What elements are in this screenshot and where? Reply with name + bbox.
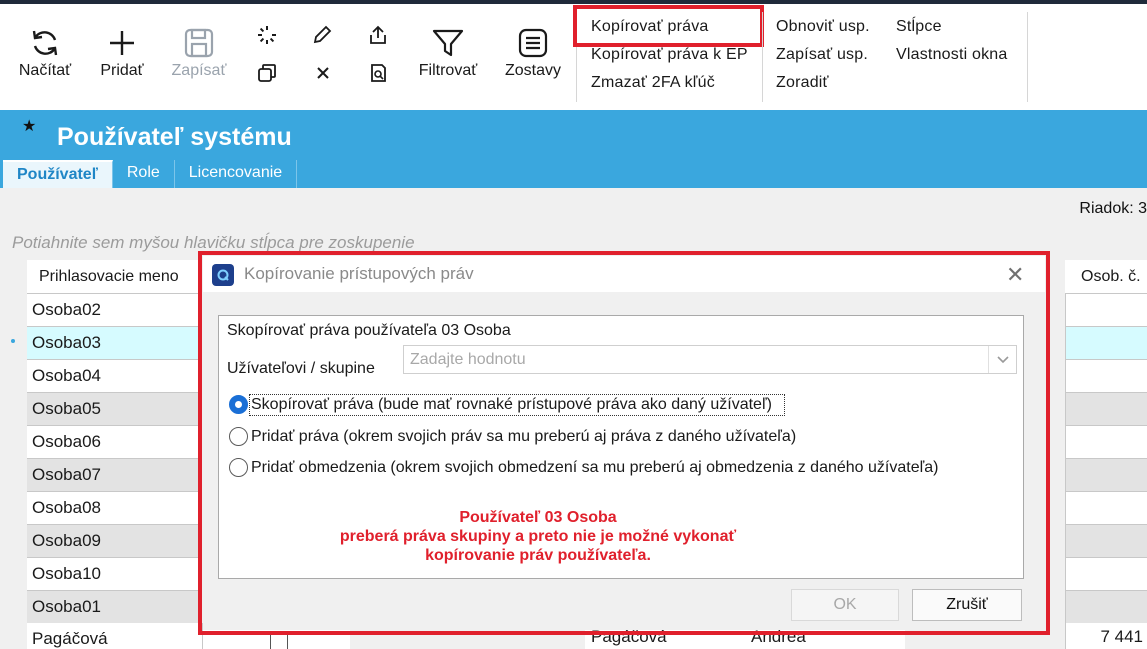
menu-delete-2fa[interactable]: Zmazať 2FA kľúč xyxy=(591,74,715,92)
export-icon[interactable] xyxy=(365,22,391,48)
reports-button[interactable]: Zostavy xyxy=(500,24,566,80)
reports-label: Zostavy xyxy=(504,62,561,79)
table-cell xyxy=(1065,458,1147,491)
page-header: ★ Používateľ systému Používateľ Role Lic… xyxy=(0,110,1147,188)
delete-icon[interactable] xyxy=(310,60,336,86)
table-cell xyxy=(1065,590,1147,623)
search-document-icon[interactable] xyxy=(365,60,391,86)
save-icon xyxy=(183,24,215,62)
table-cell xyxy=(1065,392,1147,425)
dialog-titlebar[interactable]: Kopírovanie prístupových práv ✕ xyxy=(203,256,1045,292)
table-cell xyxy=(1065,557,1147,590)
table-row[interactable]: Osoba07 xyxy=(27,458,202,491)
menu-window-properties[interactable]: Vlastnosti okna xyxy=(896,46,1008,64)
row-counter: Riadok: 3 xyxy=(1079,200,1147,217)
radio-copy-rights[interactable] xyxy=(229,395,248,414)
page-title: Používateľ systému xyxy=(57,123,292,151)
edit-icon[interactable] xyxy=(309,22,335,48)
reports-icon xyxy=(517,24,549,62)
menu-columns[interactable]: Stĺpce xyxy=(896,18,942,36)
menu-restore-layout[interactable]: Obnoviť usp. xyxy=(776,18,870,36)
table-cell xyxy=(1065,326,1147,359)
add-button[interactable]: Pridať xyxy=(93,24,151,80)
table-row[interactable]: Osoba02 xyxy=(27,293,202,326)
table-cell xyxy=(1065,524,1147,557)
ribbon-toolbar: Načítať Pridať Zapísať Filtrovať Zostavy… xyxy=(0,4,1147,110)
ribbon-separator xyxy=(1027,12,1028,102)
target-select[interactable]: Zadajte hodnotu xyxy=(403,345,1017,374)
save-button[interactable]: Zapísať xyxy=(166,24,232,80)
ok-button[interactable]: OK xyxy=(791,589,899,621)
highlight-copy-rights xyxy=(573,5,764,47)
table-row[interactable]: Pagáčová xyxy=(27,623,202,649)
table-cell: 7 441 xyxy=(1065,623,1147,649)
filter-icon xyxy=(431,24,465,62)
add-label: Pridať xyxy=(100,62,144,79)
cancel-button[interactable]: Zrušiť xyxy=(912,589,1022,621)
column-header-personal-number[interactable]: Osob. č. xyxy=(1065,260,1147,294)
loading-icon[interactable] xyxy=(254,22,280,48)
target-label: Užívateľovi / skupine xyxy=(227,360,375,377)
column-header-login[interactable]: Prihlasovacie meno xyxy=(27,260,202,294)
table-cell xyxy=(1065,293,1147,326)
copy-rights-dialog: Kopírovanie prístupových práv ✕ Skopírov… xyxy=(203,256,1045,630)
radio-add-rights[interactable] xyxy=(229,427,248,446)
warning-note-line2: preberá práva skupiny a preto nie je mož… xyxy=(339,528,737,545)
table-cell xyxy=(1065,491,1147,524)
tab-bar: Používateľ Role Licencovanie xyxy=(3,160,298,188)
group-label: Skopírovať práva používateľa 03 Osoba xyxy=(227,322,511,339)
reload-button[interactable]: Načítať xyxy=(14,24,76,80)
tab-user[interactable]: Používateľ xyxy=(3,160,113,188)
table-row[interactable]: Osoba06 xyxy=(27,425,202,458)
table-row[interactable]: Osoba03 xyxy=(27,326,202,359)
target-placeholder: Zadajte hodnotu xyxy=(410,351,526,368)
chevron-down-icon[interactable] xyxy=(988,346,1016,373)
current-row-indicator xyxy=(11,339,15,343)
menu-save-layout[interactable]: Zapísať usp. xyxy=(776,46,868,64)
tab-licensing[interactable]: Licencovanie xyxy=(175,160,298,188)
filter-button[interactable]: Filtrovať xyxy=(412,24,484,80)
close-icon[interactable]: ✕ xyxy=(1006,262,1024,288)
tab-roles[interactable]: Role xyxy=(113,160,175,188)
warning-note-line3: kopírovanie práv používateľa. xyxy=(425,547,651,564)
dialog-title: Kopírovanie prístupových práv xyxy=(244,264,474,283)
group-by-hint[interactable]: Potiahnite sem myšou hlavičku stĺpca pre… xyxy=(12,233,415,253)
radio-add-restrictions[interactable] xyxy=(229,458,248,477)
option-add-rights[interactable]: Pridať práva (okrem svojich práv sa mu p… xyxy=(251,428,796,446)
options-group: Skopírovať práva používateľa 03 Osoba Už… xyxy=(218,315,1024,579)
option-add-restrictions[interactable]: Pridať obmedzenia (okrem svojich obmedze… xyxy=(251,459,938,477)
warning-note-line1: Používateľ 03 Osoba xyxy=(459,509,617,526)
table-cell xyxy=(1065,359,1147,392)
menu-copy-rights-ep[interactable]: Kopírovať práva k EP xyxy=(591,46,748,64)
ribbon-separator xyxy=(762,12,763,102)
table-row[interactable]: Osoba05 xyxy=(27,392,202,425)
favorite-star-icon[interactable]: ★ xyxy=(22,116,36,136)
option-copy-rights[interactable]: Skopírovať práva (bude mať rovnaké príst… xyxy=(251,396,772,414)
table-cell xyxy=(1065,425,1147,458)
row-checkbox[interactable] xyxy=(270,633,288,649)
plus-icon xyxy=(107,24,137,62)
save-label: Zapísať xyxy=(171,62,227,79)
menu-sort[interactable]: Zoradiť xyxy=(776,74,829,92)
reload-label: Načítať xyxy=(18,62,72,79)
table-row[interactable]: Osoba04 xyxy=(27,359,202,392)
refresh-icon xyxy=(29,24,61,62)
filter-label: Filtrovať xyxy=(418,62,478,79)
table-row[interactable]: Osoba01 xyxy=(27,590,202,623)
copy-icon[interactable] xyxy=(254,60,280,86)
app-logo-icon xyxy=(212,264,234,286)
